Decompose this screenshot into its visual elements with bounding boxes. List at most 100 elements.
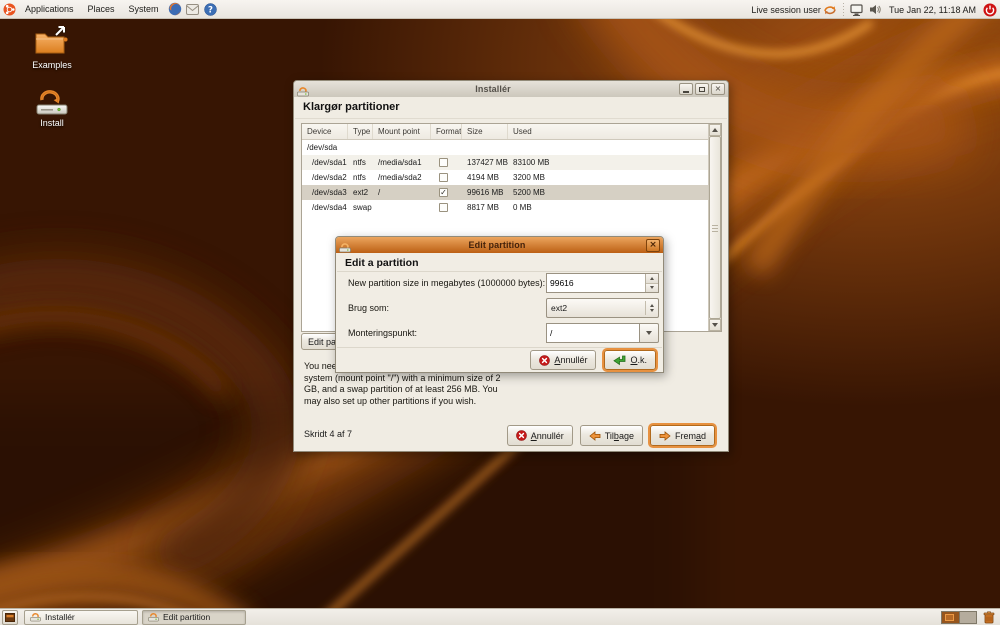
col-size[interactable]: Size (462, 124, 508, 139)
table-header[interactable]: Device Type Mount point Format? Size Use… (302, 124, 708, 140)
installer-window-icon (297, 84, 309, 95)
page-title: Klargør partitioner (303, 101, 400, 113)
col-format[interactable]: Format? (431, 124, 462, 139)
cell-device: /dev/sda4 (302, 200, 348, 215)
firefox-icon[interactable] (168, 2, 182, 16)
mount-point-combo-entry[interactable] (546, 323, 659, 343)
table-row-sda1[interactable]: /dev/sda1 ntfs /media/sda1 137427 MB 831… (302, 155, 708, 170)
col-mount-point[interactable]: Mount point (373, 124, 431, 139)
dialog-window-icon (339, 240, 351, 251)
cell-type: ext2 (348, 185, 373, 200)
cell-device: /dev/sda1 (302, 155, 348, 170)
cell-format: ✓ (431, 185, 462, 200)
trash-button[interactable] (981, 610, 996, 625)
spin-buttons[interactable] (645, 274, 658, 292)
scrollbar-thumb[interactable] (709, 136, 721, 319)
workspace-window-thumb (945, 614, 954, 621)
size-spinbox[interactable] (546, 273, 659, 293)
close-button[interactable]: × (711, 83, 725, 95)
user-switcher-label[interactable]: Live session user (751, 5, 821, 15)
cell-type: swap (348, 200, 373, 215)
taskbar-item-installer[interactable]: Installér (24, 610, 138, 625)
installer-window-title: Installér (309, 84, 677, 94)
col-used[interactable]: Used (508, 124, 708, 139)
dialog-close-button[interactable]: × (646, 239, 660, 252)
dialog-titlebar[interactable]: Edit partition × (336, 237, 663, 253)
cell-type: ntfs (348, 170, 373, 185)
table-row-sda4[interactable]: /dev/sda4 swap 8817 MB 0 MB (302, 200, 708, 215)
desktop-icon-install[interactable]: Install (20, 86, 84, 128)
col-device[interactable]: Device (302, 124, 348, 139)
forward-label: Fremad (675, 431, 706, 441)
size-input[interactable] (547, 274, 645, 292)
mail-icon[interactable] (186, 2, 200, 16)
display-icon[interactable] (850, 3, 864, 17)
top-panel: Applications Places System ? Live sessio… (0, 0, 1000, 19)
maximize-button[interactable] (695, 83, 709, 95)
scroll-up-button[interactable] (709, 124, 721, 136)
svg-text:?: ? (208, 5, 213, 15)
desktop-icon-label: Examples (20, 60, 84, 70)
cell-format (431, 140, 462, 155)
bottom-taskbar: Installér Edit partition (0, 608, 1000, 625)
cell-type: ntfs (348, 155, 373, 170)
clock-label[interactable]: Tue Jan 22, 11:18 AM (884, 0, 981, 19)
cell-mount: /media/sda1 (373, 155, 431, 170)
examples-folder-icon (34, 26, 70, 56)
workspace-1-active[interactable] (942, 612, 959, 623)
cell-mount (373, 140, 431, 155)
combo-arrows-icon (645, 301, 658, 315)
col-type[interactable]: Type (348, 124, 373, 139)
ok-enter-arrow-icon (613, 355, 626, 366)
help-icon[interactable]: ? (204, 2, 218, 16)
wizard-nav-buttons: Annullér Tilbage Fremad (507, 425, 715, 446)
use-as-combobox[interactable]: ext2 (546, 298, 659, 318)
table-row-sda2[interactable]: /dev/sda2 ntfs /media/sda2 4194 MB 3200 … (302, 170, 708, 185)
power-icon[interactable] (983, 3, 997, 17)
task-edit-partition-icon (148, 612, 159, 622)
forward-button[interactable]: Fremad (650, 425, 715, 446)
desktop-icon-examples[interactable]: Examples (20, 24, 84, 70)
cell-format (431, 170, 462, 185)
format-checkbox[interactable] (439, 173, 448, 182)
menu-system[interactable]: System (122, 0, 166, 19)
cell-mount (373, 200, 431, 215)
minimize-button[interactable] (679, 83, 693, 95)
trash-icon (983, 611, 995, 624)
scroll-down-button[interactable] (709, 319, 721, 331)
format-checkbox-checked[interactable]: ✓ (439, 188, 448, 197)
task-label: Installér (45, 612, 75, 622)
installer-titlebar[interactable]: Installér × (294, 81, 728, 97)
mount-point-input[interactable] (546, 323, 639, 343)
show-desktop-icon (5, 613, 15, 622)
dialog-ok-button[interactable]: O.k. (604, 350, 656, 370)
format-checkbox[interactable] (439, 203, 448, 212)
divider (337, 347, 662, 348)
spin-down-button[interactable] (646, 284, 658, 293)
dropdown-button[interactable] (639, 323, 659, 343)
cell-device: /dev/sda3 (302, 185, 348, 200)
dialog-heading: Edit a partition (345, 257, 419, 269)
workspace-switcher[interactable] (941, 611, 977, 624)
back-button[interactable]: Tilbage (580, 425, 643, 446)
cell-mount: / (373, 185, 431, 200)
table-row-sda3-selected[interactable]: /dev/sda3 ext2 / ✓ 99616 MB 5200 MB (302, 185, 708, 200)
install-drive-icon (35, 86, 69, 116)
vertical-scrollbar[interactable] (708, 124, 721, 331)
show-desktop-button[interactable] (2, 610, 18, 625)
spin-up-button[interactable] (646, 274, 658, 284)
dialog-cancel-button[interactable]: Annullér (530, 350, 596, 370)
table-row-sda[interactable]: /dev/sda (302, 140, 708, 155)
cancel-button[interactable]: Annullér (507, 425, 573, 446)
user-switcher-icon[interactable] (823, 3, 837, 17)
ubuntu-logo-icon[interactable] (2, 2, 16, 16)
volume-icon[interactable] (868, 3, 882, 17)
menu-applications[interactable]: Applications (18, 0, 81, 19)
cell-mount: /media/sda2 (373, 170, 431, 185)
format-checkbox[interactable] (439, 158, 448, 167)
cell-size: 99616 MB (462, 185, 508, 200)
workspace-2[interactable] (959, 612, 976, 623)
taskbar-item-edit-partition[interactable]: Edit partition (142, 610, 246, 625)
desktop-icon-label: Install (20, 118, 84, 128)
menu-places[interactable]: Places (81, 0, 122, 19)
